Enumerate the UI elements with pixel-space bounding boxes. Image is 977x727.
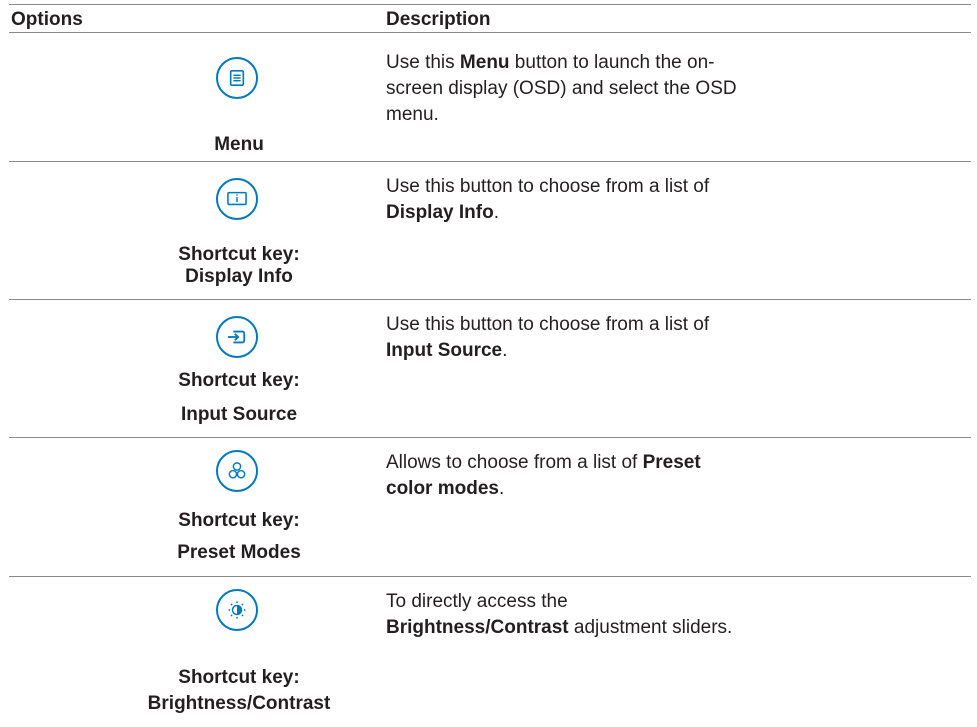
table-row: Menu Use this Menu button to launch the … xyxy=(9,32,971,162)
preset-modes-icon[interactable] xyxy=(216,450,258,492)
option-description: To directly access the Brightness/Contra… xyxy=(386,591,733,638)
option-label: Shortcut key: xyxy=(178,667,300,688)
menu-icon[interactable] xyxy=(216,57,258,99)
option-label: Shortcut key: xyxy=(178,510,300,531)
table-header: Options Description xyxy=(9,4,971,33)
option-label: Menu xyxy=(214,134,264,155)
option-description: Use this button to choose from a list of… xyxy=(386,314,710,361)
table-row: Shortcut key: Display Info Use this butt… xyxy=(9,162,971,300)
option-description: Use this button to choose from a list of… xyxy=(386,176,710,223)
description-header: Description xyxy=(386,9,491,30)
options-header: Options xyxy=(11,9,83,30)
option-label: Shortcut key: xyxy=(178,370,300,391)
display-info-icon[interactable] xyxy=(216,178,258,220)
option-label-name: Display Info xyxy=(185,266,293,287)
table-row: Shortcut key: Input Source Use this butt… xyxy=(9,300,971,438)
option-label-name: Preset Modes xyxy=(177,542,301,563)
input-source-icon[interactable] xyxy=(216,316,258,358)
option-label-name: Input Source xyxy=(180,404,298,425)
option-description: Allows to choose from a list of Preset c… xyxy=(386,452,701,499)
option-label-name: Brightness/Contrast xyxy=(147,693,331,714)
option-description: Use this Menu button to launch the on-sc… xyxy=(386,52,737,125)
table-row: Shortcut key: Preset Modes Allows to cho… xyxy=(9,438,971,577)
table-row: Shortcut key: Brightness/Contrast To dir… xyxy=(9,577,971,727)
brightness-contrast-icon[interactable] xyxy=(216,589,258,631)
